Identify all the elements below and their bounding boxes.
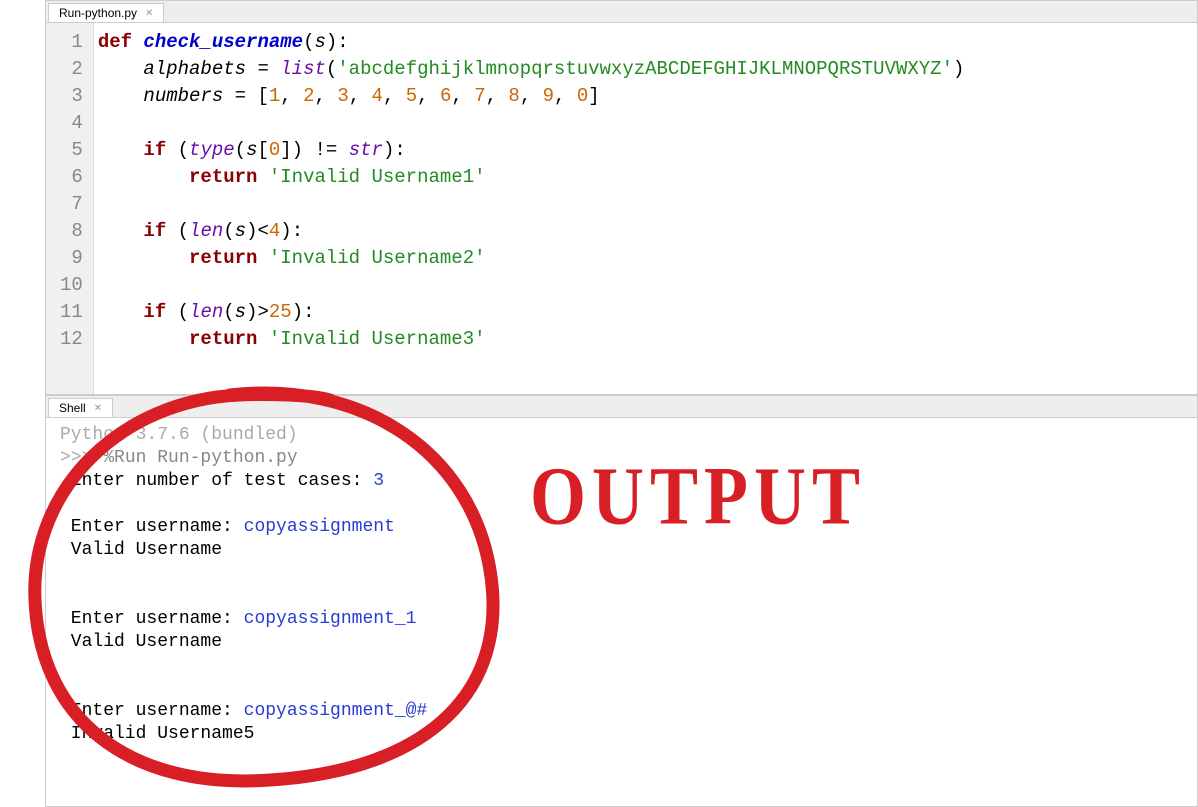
shell-body[interactable]: Python 3.7.6 (bundled)>>> %Run Run-pytho… [46, 418, 1197, 752]
gutter-line: 6 [60, 164, 83, 191]
gutter-line: 8 [60, 218, 83, 245]
code-line[interactable]: return 'Invalid Username2' [98, 245, 965, 272]
shell-tab-label: Shell [59, 401, 86, 415]
editor-tab-label: Run-python.py [59, 6, 137, 20]
code-line[interactable]: numbers = [1, 2, 3, 4, 5, 6, 7, 8, 9, 0] [98, 83, 965, 110]
shell-tab[interactable]: Shell ✕ [48, 398, 113, 417]
code-line[interactable] [98, 110, 965, 137]
shell-line: Enter username: copyassignment [60, 516, 1183, 539]
code-line[interactable]: return 'Invalid Username1' [98, 164, 965, 191]
editor-body[interactable]: 123456789101112 def check_username(s): a… [46, 23, 1197, 394]
code-line[interactable]: def check_username(s): [98, 29, 965, 56]
shell-line [60, 585, 1183, 608]
gutter-line: 12 [60, 326, 83, 353]
gutter-line: 3 [60, 83, 83, 110]
close-icon[interactable]: ✕ [94, 403, 102, 414]
close-icon[interactable]: ✕ [145, 8, 153, 19]
shell-panel: Shell ✕ Python 3.7.6 (bundled)>>> %Run R… [45, 395, 1198, 807]
shell-line [60, 493, 1183, 516]
shell-line [60, 654, 1183, 677]
shell-line: Enter username: copyassignment_1 [60, 608, 1183, 631]
editor-tab-bar: Run-python.py ✕ [46, 1, 1197, 23]
shell-tab-bar: Shell ✕ [46, 396, 1197, 418]
gutter: 123456789101112 [46, 23, 94, 394]
shell-line: Valid Username [60, 539, 1183, 562]
gutter-line: 1 [60, 29, 83, 56]
shell-line [60, 677, 1183, 700]
code-line[interactable]: if (len(s)>25): [98, 299, 965, 326]
gutter-line: 10 [60, 272, 83, 299]
code-area[interactable]: def check_username(s): alphabets = list(… [94, 23, 969, 394]
shell-line [60, 562, 1183, 585]
gutter-line: 2 [60, 56, 83, 83]
shell-line: Enter number of test cases: 3 [60, 470, 1183, 493]
gutter-line: 5 [60, 137, 83, 164]
shell-line: Enter username: copyassignment_@# [60, 700, 1183, 723]
code-line[interactable]: return 'Invalid Username3' [98, 326, 965, 353]
gutter-line: 4 [60, 110, 83, 137]
gutter-line: 9 [60, 245, 83, 272]
editor-tab[interactable]: Run-python.py ✕ [48, 3, 164, 22]
code-line[interactable]: if (len(s)<4): [98, 218, 965, 245]
code-line[interactable]: if (type(s[0]) != str): [98, 137, 965, 164]
shell-line: Valid Username [60, 631, 1183, 654]
shell-prompt-line: >>> %Run Run-python.py [60, 447, 1183, 470]
gutter-line: 11 [60, 299, 83, 326]
shell-banner: Python 3.7.6 (bundled) [60, 424, 1183, 447]
code-line[interactable] [98, 191, 965, 218]
code-line[interactable]: alphabets = list('abcdefghijklmnopqrstuv… [98, 56, 965, 83]
shell-line: Invalid Username5 [60, 723, 1183, 746]
gutter-line: 7 [60, 191, 83, 218]
editor-panel: Run-python.py ✕ 123456789101112 def chec… [45, 0, 1198, 395]
code-line[interactable] [98, 272, 965, 299]
